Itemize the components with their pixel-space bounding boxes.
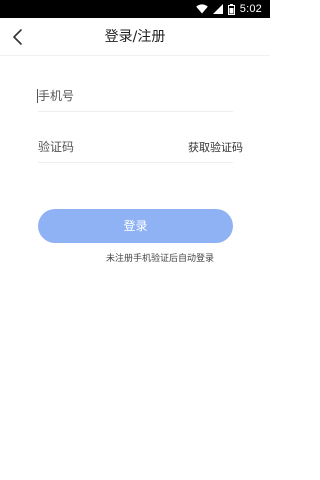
code-field: 获取验证码 bbox=[38, 131, 243, 163]
chevron-left-icon bbox=[13, 29, 22, 45]
text-cursor bbox=[37, 89, 38, 103]
header: 登录/注册 bbox=[0, 18, 270, 56]
code-input[interactable] bbox=[38, 139, 188, 154]
phone-input[interactable] bbox=[38, 88, 233, 103]
status-bar: 5:02 bbox=[0, 0, 270, 18]
login-button[interactable]: 登录 bbox=[38, 209, 233, 243]
get-code-button[interactable]: 获取验证码 bbox=[188, 139, 243, 155]
back-button[interactable] bbox=[4, 22, 32, 52]
signal-icon bbox=[212, 4, 223, 14]
page-title: 登录/注册 bbox=[104, 29, 166, 45]
wifi-icon bbox=[195, 4, 208, 14]
auto-register-hint: 未注册手机验证后自动登录 bbox=[105, 254, 214, 264]
battery-icon bbox=[227, 3, 235, 15]
status-time: 5:02 bbox=[239, 3, 262, 15]
phone-field bbox=[37, 80, 233, 112]
